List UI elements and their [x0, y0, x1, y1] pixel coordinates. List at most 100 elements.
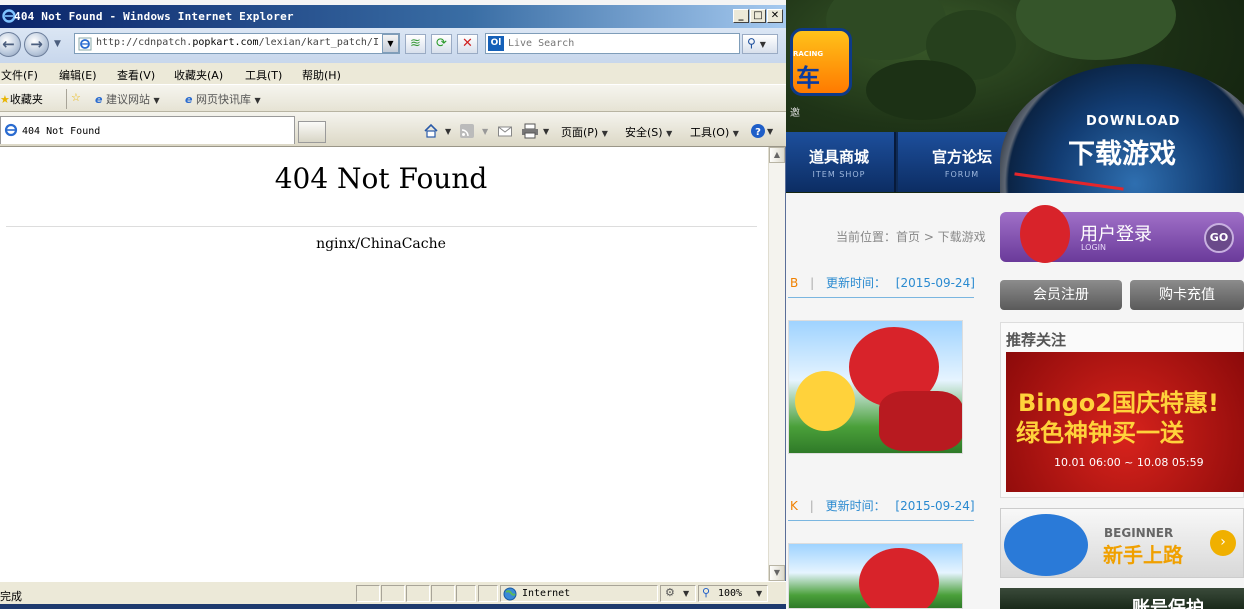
refresh-button[interactable]: ⟳	[431, 34, 452, 54]
stop-button[interactable]: ✕	[457, 34, 478, 54]
vertical-scrollbar[interactable]: ▲ ▼	[768, 147, 785, 581]
tab-404-not-found[interactable]: 404 Not Found	[0, 116, 295, 144]
maximize-button[interactable]: □	[750, 9, 766, 23]
page-content: 404 Not Found nginx/ChinaCache	[0, 147, 768, 581]
arrow-left-icon: ←	[2, 35, 15, 53]
close-button[interactable]: ✕	[767, 9, 783, 23]
bg-item-meta: K | 更新时间： [2015-09-24]	[790, 499, 975, 513]
print-dropdown[interactable]: ▼	[543, 124, 549, 137]
scroll-up-button[interactable]: ▲	[769, 147, 785, 163]
protected-mode-panel[interactable]: ⚙ ▼	[660, 585, 696, 602]
bg-game-picture[interactable]	[788, 543, 963, 609]
compatibility-view-button[interactable]: ≋	[405, 34, 426, 54]
forward-button[interactable]: →	[24, 32, 49, 57]
search-button[interactable]: ⚲ ▼	[742, 34, 778, 54]
safety-menu[interactable]: 安全(S) ▼	[625, 124, 672, 140]
favorites-bar: ★收藏夹 ☆ e 建议网站 ▼ e 网页快讯库 ▼	[0, 85, 786, 112]
star-add-icon: ☆	[71, 91, 81, 104]
arrow-right-icon: →	[30, 35, 43, 53]
tools-menu-label: 工具(O)	[690, 126, 730, 139]
bg-update-date: [2015-09-24]	[895, 276, 975, 290]
menu-file[interactable]: 文件(F)	[1, 67, 38, 83]
add-to-favorites-bar-button[interactable]: ☆	[71, 91, 81, 104]
address-input[interactable]: http://cdnpatch.popkart.com/lexian/kart_…	[74, 33, 400, 54]
feeds-button[interactable]	[459, 123, 475, 139]
bg-nav-item-item-shop[interactable]: 道具商城 ITEM SHOP	[784, 132, 896, 192]
protected-mode-icon: ⚙	[665, 586, 675, 599]
chevron-right-icon[interactable]: ›	[1210, 530, 1236, 556]
bg-nav: 道具商城 ITEM SHOP 官方论坛 FORUM	[784, 132, 1031, 192]
bg-download-en: DOWNLOAD	[1086, 114, 1181, 129]
status-panel	[406, 585, 430, 602]
live-search-logo-icon: Ol	[488, 36, 504, 51]
svg-text:?: ?	[755, 127, 761, 138]
search-box: Ol	[485, 33, 740, 54]
bg-recommend-title: 推荐关注	[1006, 331, 1067, 349]
bg-divider	[788, 520, 974, 521]
bg-logo-small-text: RACING	[793, 50, 824, 58]
status-panel	[356, 585, 380, 602]
menu-view[interactable]: 查看(V)	[117, 67, 155, 83]
menu-edit[interactable]: 编辑(E)	[59, 67, 97, 83]
status-bar: 完成 Internet ⚙ ▼ ⚲ ▼ 100%	[0, 581, 786, 604]
bg-card-recharge-button[interactable]: 购卡充值	[1130, 280, 1244, 310]
zoom-icon: ⚲	[702, 586, 711, 599]
print-button[interactable]	[521, 123, 538, 139]
ie-page-icon: e	[185, 93, 193, 106]
bg-nav-label: 道具商城	[808, 148, 869, 166]
bg-go-button[interactable]: GO	[1204, 223, 1234, 253]
menu-tools[interactable]: 工具(T)	[245, 67, 282, 83]
bg-divider	[788, 297, 974, 298]
address-row: ← → ▼ http://cdnpatch.popkart.com/lexian…	[0, 28, 786, 63]
address-dropdown[interactable]: ▼	[382, 34, 399, 53]
bg-register-button[interactable]: 会员注册	[1000, 280, 1122, 310]
live-search-logo-text: Ol	[490, 38, 502, 48]
web-slice-gallery-link[interactable]: e 网页快讯库 ▼	[185, 91, 261, 107]
recent-pages-dropdown[interactable]: ▼	[54, 39, 61, 49]
status-panel	[456, 585, 476, 602]
home-dropdown[interactable]: ▼	[445, 124, 451, 137]
status-panel	[431, 585, 455, 602]
page-menu[interactable]: 页面(P) ▼	[561, 124, 608, 140]
bg-login-sub: LOGIN	[1081, 243, 1107, 252]
bg-logo-sub: 邀	[790, 108, 800, 119]
ie-page-icon	[4, 123, 18, 137]
bg-game-picture[interactable]	[788, 320, 963, 454]
bg-download-cn[interactable]: 下载游戏	[1068, 132, 1176, 171]
menu-favorites[interactable]: 收藏夹(A)	[174, 67, 223, 83]
separator	[66, 89, 67, 109]
minimize-button[interactable]: _	[733, 9, 749, 23]
home-button[interactable]	[423, 123, 439, 139]
page-heading: 404 Not Found	[274, 162, 488, 195]
tab-bar: 404 Not Found ▼ ▼ ▼ 页面(P) ▼ 安全(S) ▼ 工具(O…	[0, 112, 786, 147]
search-icon: ⚲	[747, 36, 756, 50]
status-panel	[478, 585, 498, 602]
favorites-button[interactable]: ★收藏夹	[0, 91, 43, 107]
tools-menu[interactable]: 工具(O) ▼	[690, 124, 739, 140]
bg-account-protect-banner[interactable]	[1000, 588, 1244, 609]
bg-update-label: 更新时间：	[825, 276, 886, 290]
menu-help[interactable]: 帮助(H)	[302, 67, 341, 83]
printer-icon	[522, 123, 538, 139]
bg-update-date: [2015-09-24]	[895, 499, 975, 513]
scroll-down-button[interactable]: ▼	[769, 565, 785, 581]
bg-promo-dates: 10.01 06:00 ~ 10.08 05:59	[1054, 456, 1204, 469]
bg-breadcrumb: 当前位置：首页 > 下载游戏	[836, 230, 986, 244]
bg-item-meta: B | 更新时间： [2015-09-24]	[790, 276, 975, 290]
search-input[interactable]	[508, 36, 736, 51]
title-bar[interactable]: 404 Not Found - Windows Internet Explore…	[0, 5, 786, 28]
tab-label: 404 Not Found	[22, 126, 101, 137]
menu-bar: 文件(F) 编辑(E) 查看(V) 收藏夹(A) 工具(T) 帮助(H)	[0, 63, 786, 85]
bg-beginner-mascot	[1004, 514, 1088, 576]
help-dropdown[interactable]: ▼	[767, 124, 773, 137]
back-button[interactable]: ←	[0, 32, 21, 57]
suggested-sites-link[interactable]: e 建议网站 ▼	[95, 91, 160, 107]
help-button[interactable]: ?	[750, 123, 766, 139]
bg-account-protect-text: 账号保护	[1132, 598, 1204, 609]
new-tab-button[interactable]	[298, 121, 326, 143]
feeds-dropdown[interactable]: ▼	[482, 124, 488, 137]
read-mail-button[interactable]	[497, 123, 513, 139]
window-title: 404 Not Found - Windows Internet Explore…	[14, 10, 294, 23]
ie-window: 404 Not Found - Windows Internet Explore…	[0, 5, 786, 604]
star-icon: ★	[0, 93, 10, 106]
